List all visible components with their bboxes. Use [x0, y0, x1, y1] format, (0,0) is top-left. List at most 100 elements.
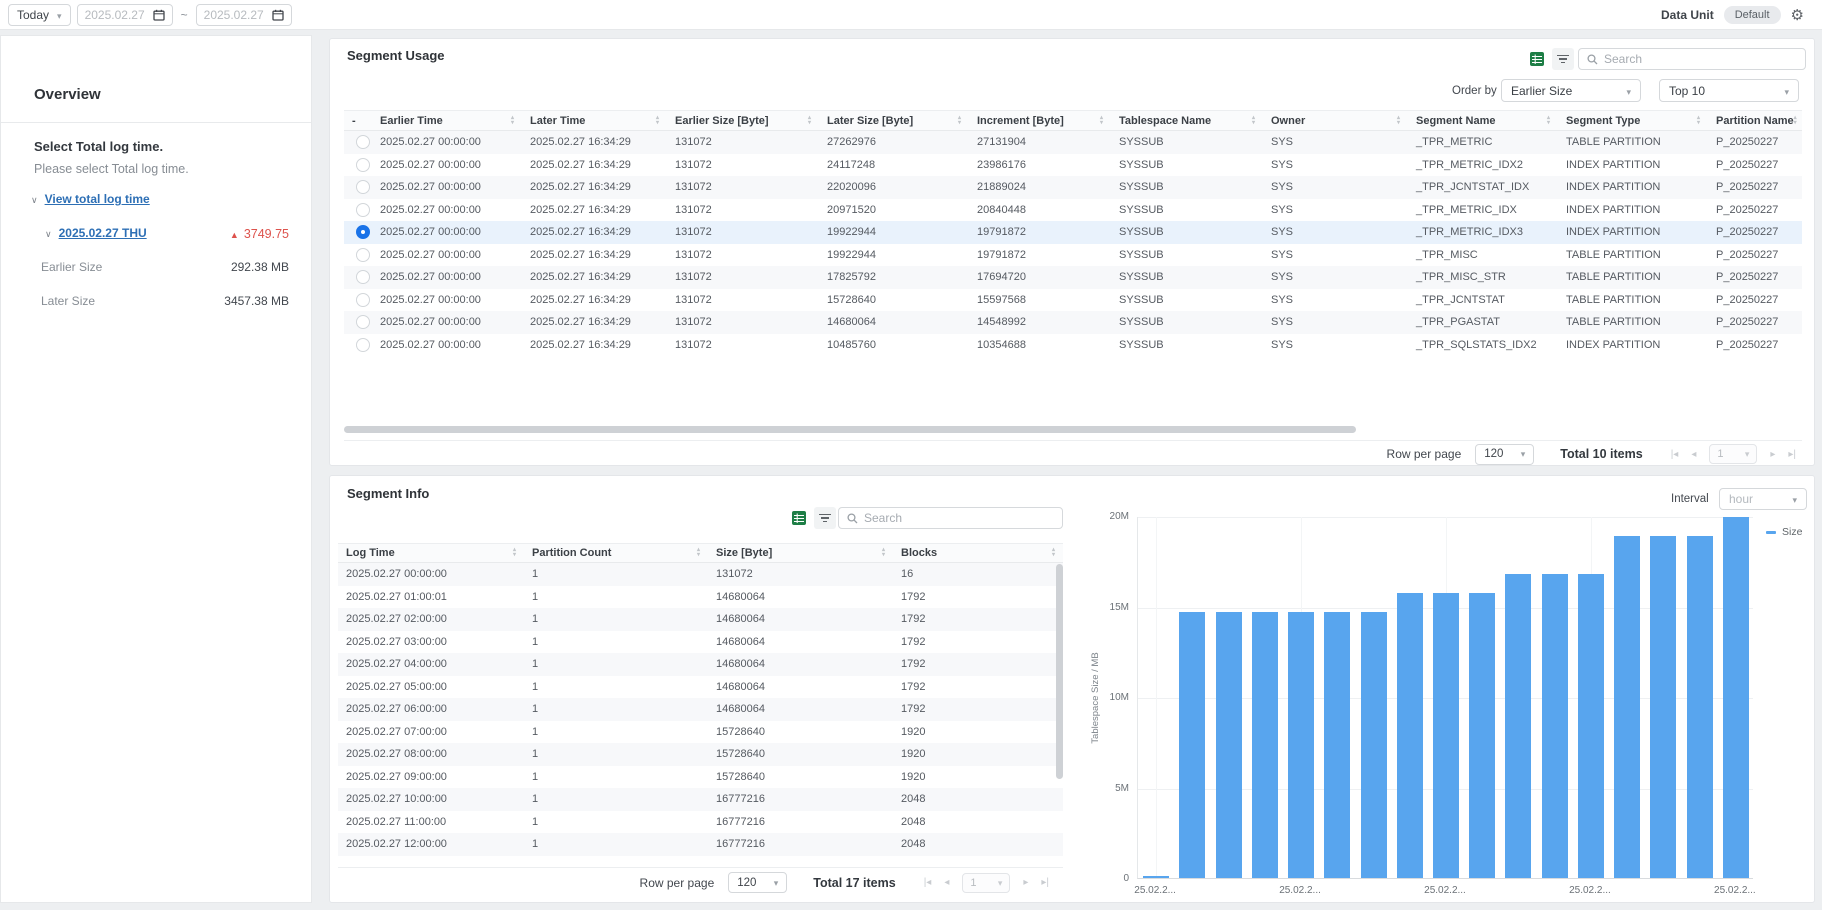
- x-tick-label: 25.02.2...: [1700, 885, 1770, 896]
- search-input[interactable]: [1604, 52, 1797, 66]
- column-header[interactable]: Log Time: [338, 544, 524, 562]
- row-radio[interactable]: [356, 338, 370, 352]
- table-row[interactable]: 2025.02.27 00:00:002025.02.27 16:34:2913…: [344, 221, 1802, 244]
- prev-page-icon[interactable]: [944, 877, 949, 888]
- sort-icon[interactable]: [513, 548, 516, 558]
- data-unit-badge[interactable]: Default: [1724, 6, 1781, 24]
- row-radio[interactable]: [356, 293, 370, 307]
- column-header[interactable]: Owner: [1263, 111, 1408, 130]
- prev-page-icon[interactable]: [1691, 449, 1696, 460]
- column-header[interactable]: Increment [Byte]: [969, 111, 1111, 130]
- table-row[interactable]: 2025.02.27 00:00:002025.02.27 16:34:2913…: [344, 154, 1802, 177]
- chevron-down-icon: [774, 877, 779, 889]
- chart-legend[interactable]: Size: [1766, 526, 1802, 538]
- sort-icon[interactable]: [1397, 116, 1400, 126]
- table-row[interactable]: 2025.02.27 00:00:00113107216: [338, 563, 1063, 586]
- sort-icon[interactable]: [882, 548, 885, 558]
- csv-file-icon: [1529, 51, 1545, 67]
- chevron-down-icon[interactable]: [31, 192, 38, 206]
- table-row[interactable]: 2025.02.27 07:00:001157286401920: [338, 721, 1063, 744]
- table-row[interactable]: 2025.02.27 01:00:011146800641792: [338, 586, 1063, 609]
- search-input[interactable]: [864, 511, 1054, 525]
- row-radio[interactable]: [356, 270, 370, 284]
- table-row[interactable]: 2025.02.27 04:00:001146800641792: [338, 653, 1063, 676]
- export-csv-button[interactable]: [788, 507, 810, 529]
- table-row[interactable]: 2025.02.27 05:00:001146800641792: [338, 676, 1063, 699]
- filter-button[interactable]: [1552, 48, 1574, 70]
- table-row[interactable]: 2025.02.27 00:00:002025.02.27 16:34:2913…: [344, 334, 1802, 357]
- table-row[interactable]: 2025.02.27 10:00:001167772162048: [338, 788, 1063, 811]
- table-row[interactable]: 2025.02.27 08:00:001157286401920: [338, 743, 1063, 766]
- chevron-down-icon[interactable]: [45, 226, 52, 240]
- total-items-label: Total 17 items: [813, 876, 895, 890]
- row-radio[interactable]: [356, 315, 370, 329]
- page-select[interactable]: 1: [962, 873, 1010, 893]
- column-header[interactable]: Segment Type: [1558, 111, 1708, 130]
- column-header[interactable]: Earlier Time: [372, 111, 522, 130]
- table-row[interactable]: 2025.02.27 00:00:002025.02.27 16:34:2913…: [344, 289, 1802, 312]
- sort-icon[interactable]: [1100, 116, 1103, 126]
- day-link[interactable]: 2025.02.27 THU: [59, 226, 147, 240]
- sort-icon[interactable]: [1697, 116, 1700, 126]
- row-radio[interactable]: [356, 158, 370, 172]
- sort-icon[interactable]: [511, 116, 514, 126]
- table-row[interactable]: 2025.02.27 09:00:001157286401920: [338, 766, 1063, 789]
- row-radio[interactable]: [356, 225, 370, 239]
- filter-button[interactable]: [814, 507, 836, 529]
- table-row[interactable]: 2025.02.27 02:00:001146800641792: [338, 608, 1063, 631]
- horizontal-scrollbar[interactable]: [344, 426, 1356, 433]
- table-row[interactable]: 2025.02.27 00:00:002025.02.27 16:34:2913…: [344, 199, 1802, 222]
- table-row[interactable]: 2025.02.27 00:00:002025.02.27 16:34:2913…: [344, 176, 1802, 199]
- row-per-page-select[interactable]: 120: [728, 872, 787, 893]
- column-header[interactable]: Blocks: [893, 544, 1063, 562]
- sort-icon[interactable]: [697, 548, 700, 558]
- sort-icon[interactable]: [1052, 548, 1055, 558]
- column-header[interactable]: Tablespace Name: [1111, 111, 1263, 130]
- column-label: Increment [Byte]: [977, 115, 1064, 127]
- table-row[interactable]: 2025.02.27 00:00:002025.02.27 16:34:2913…: [344, 131, 1802, 154]
- column-header[interactable]: Size [Byte]: [708, 544, 893, 562]
- page-select[interactable]: 1: [1709, 444, 1757, 464]
- date-to-input[interactable]: 2025.02.27: [196, 4, 292, 26]
- next-page-icon[interactable]: [1023, 877, 1028, 888]
- date-from-input[interactable]: 2025.02.27: [77, 4, 173, 26]
- order-by-select[interactable]: Earlier Size: [1501, 79, 1641, 102]
- column-header[interactable]: Later Size [Byte]: [819, 111, 969, 130]
- table-row[interactable]: 2025.02.27 00:00:002025.02.27 16:34:2913…: [344, 266, 1802, 289]
- last-page-icon[interactable]: [1788, 449, 1796, 460]
- sort-icon[interactable]: [656, 116, 659, 126]
- next-page-icon[interactable]: [1770, 449, 1775, 460]
- sort-icon[interactable]: [1252, 116, 1255, 126]
- table-row[interactable]: 2025.02.27 03:00:001146800641792: [338, 631, 1063, 654]
- sort-icon[interactable]: [808, 116, 811, 126]
- top-n-select[interactable]: Top 10: [1659, 79, 1799, 102]
- column-header[interactable]: Partition Name: [1708, 111, 1802, 130]
- first-page-icon[interactable]: [1671, 449, 1679, 460]
- table-row[interactable]: 2025.02.27 06:00:001146800641792: [338, 698, 1063, 721]
- first-page-icon[interactable]: [924, 877, 932, 888]
- table-row[interactable]: 2025.02.27 00:00:002025.02.27 16:34:2913…: [344, 311, 1802, 334]
- sort-icon[interactable]: [1794, 116, 1797, 126]
- row-radio[interactable]: [356, 203, 370, 217]
- table-row[interactable]: 2025.02.27 00:00:002025.02.27 16:34:2913…: [344, 244, 1802, 267]
- column-header[interactable]: Later Time: [522, 111, 667, 130]
- sort-icon[interactable]: [958, 116, 961, 126]
- gear-icon[interactable]: [1791, 6, 1804, 24]
- column-header[interactable]: Earlier Size [Byte]: [667, 111, 819, 130]
- row-radio[interactable]: [356, 180, 370, 194]
- interval-select[interactable]: hour: [1719, 488, 1807, 510]
- vertical-scrollbar[interactable]: [1056, 564, 1063, 779]
- export-csv-button[interactable]: [1526, 48, 1548, 70]
- row-per-page-select[interactable]: 120: [1475, 444, 1534, 465]
- row-radio[interactable]: [356, 248, 370, 262]
- last-page-icon[interactable]: [1041, 877, 1049, 888]
- date-preset-select[interactable]: Today: [8, 4, 71, 26]
- view-total-log-time-link[interactable]: View total log time: [45, 192, 150, 206]
- table-row[interactable]: 2025.02.27 11:00:001167772162048: [338, 811, 1063, 834]
- table-cell: [344, 334, 372, 357]
- table-row[interactable]: 2025.02.27 12:00:001167772162048: [338, 833, 1063, 856]
- row-radio[interactable]: [356, 135, 370, 149]
- column-header[interactable]: Segment Name: [1408, 111, 1558, 130]
- sort-icon[interactable]: [1547, 116, 1550, 126]
- column-header[interactable]: Partition Count: [524, 544, 708, 562]
